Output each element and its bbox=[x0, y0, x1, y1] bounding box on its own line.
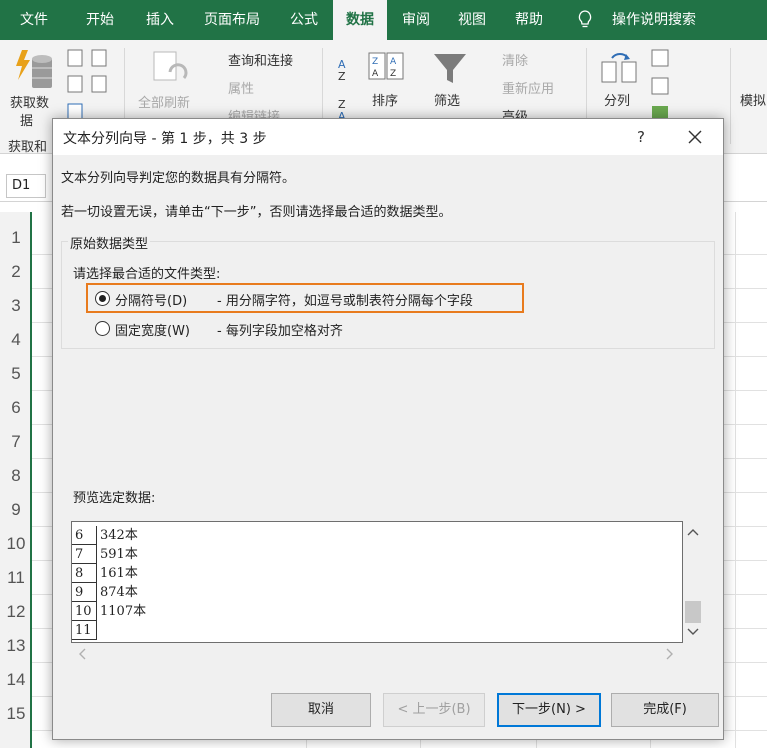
option-fixed-desc: - 每列字段加空格对齐 bbox=[217, 324, 343, 339]
row-number[interactable]: 11 bbox=[0, 562, 32, 594]
option-fixed-label[interactable]: 固定宽度(W) bbox=[115, 320, 190, 339]
row-number[interactable]: 14 bbox=[0, 664, 32, 696]
chevron-left-icon[interactable] bbox=[77, 648, 87, 660]
chevron-up-icon[interactable] bbox=[687, 527, 699, 537]
svg-text:A: A bbox=[372, 69, 379, 79]
preview-row-number: 11 bbox=[72, 621, 97, 640]
cancel-button[interactable]: 取消 bbox=[271, 693, 371, 727]
group-title: 原始数据类型 bbox=[68, 233, 151, 252]
tab-insert[interactable]: 插入 bbox=[134, 0, 186, 40]
preview-row-number: 8 bbox=[72, 564, 97, 583]
get-data-icon[interactable] bbox=[12, 48, 56, 92]
chevron-right-icon[interactable] bbox=[665, 648, 675, 660]
finish-button[interactable]: 完成(F) bbox=[611, 693, 719, 727]
tab-formulas[interactable]: 公式 bbox=[278, 0, 330, 40]
row-number[interactable]: 4 bbox=[0, 324, 32, 356]
tab-view[interactable]: 视图 bbox=[446, 0, 498, 40]
scrollbar-thumb[interactable] bbox=[685, 601, 701, 623]
preview-label: 预览选定数据: bbox=[73, 491, 156, 506]
svg-text:Z: Z bbox=[338, 70, 346, 83]
text-to-columns-dialog: 文本分列向导 - 第 1 步，共 3 步 ? 文本分列向导判定您的数据具有分隔符… bbox=[52, 118, 724, 740]
get-data-label-2[interactable]: 据 bbox=[20, 110, 33, 129]
preview-row-value: 591本 bbox=[100, 547, 138, 562]
option-delimited-desc: - 用分隔字符，如逗号或制表符分隔每个字段 bbox=[217, 294, 473, 309]
preview-row-number: 6 bbox=[72, 526, 97, 545]
preview-row-number: 7 bbox=[72, 545, 97, 564]
ribbon-tab-bar: 文件 开始 插入 页面布局 公式 数据 审阅 视图 帮助 操作说明搜索 bbox=[0, 0, 767, 40]
sort-dialog-icon[interactable]: Z A A Z bbox=[368, 52, 404, 82]
preview-row-number: 9 bbox=[72, 583, 97, 602]
help-button[interactable]: ? bbox=[629, 125, 653, 149]
row-number[interactable]: 9 bbox=[0, 494, 32, 526]
text-to-columns-icon[interactable] bbox=[600, 52, 638, 86]
row-number[interactable]: 5 bbox=[0, 358, 32, 390]
get-transform-group-label: 获取和 bbox=[8, 140, 48, 155]
radio-delimited[interactable] bbox=[95, 291, 110, 306]
wizard-instruction-text: 若一切设置无误，请单击“下一步”，否则请选择最合适的数据类型。 bbox=[61, 205, 452, 220]
preview-vertical-scrollbar[interactable] bbox=[683, 521, 703, 643]
preview-row-value: 1107本 bbox=[100, 604, 147, 619]
dialog-title-bar[interactable]: 文本分列向导 - 第 1 步，共 3 步 ? bbox=[53, 119, 723, 155]
radio-fixed-width[interactable] bbox=[95, 321, 110, 336]
tab-home[interactable]: 开始 bbox=[74, 0, 126, 40]
tab-review[interactable]: 审阅 bbox=[390, 0, 442, 40]
row-number[interactable]: 12 bbox=[0, 596, 32, 628]
row-number[interactable]: 8 bbox=[0, 460, 32, 492]
preview-row-value: 161本 bbox=[100, 566, 138, 581]
row-number[interactable]: 3 bbox=[0, 290, 32, 322]
tab-page-layout[interactable]: 页面布局 bbox=[192, 0, 272, 40]
svg-text:Z: Z bbox=[390, 69, 396, 79]
next-button[interactable]: 下一步(N) > bbox=[497, 693, 601, 727]
small-data-icons[interactable] bbox=[66, 48, 110, 128]
dialog-title: 文本分列向导 - 第 1 步，共 3 步 bbox=[63, 131, 267, 147]
lightbulb-icon bbox=[578, 10, 592, 28]
what-if-label[interactable]: 模拟 bbox=[740, 90, 766, 109]
close-icon[interactable] bbox=[681, 123, 709, 151]
filter-funnel-icon[interactable] bbox=[432, 50, 468, 86]
tab-data[interactable]: 数据 bbox=[333, 0, 387, 40]
row-headers: 1 2 3 4 5 6 7 8 9 10 11 12 13 14 15 bbox=[0, 212, 32, 748]
row-number[interactable]: 10 bbox=[0, 528, 32, 560]
clear-filter: 清除 bbox=[502, 54, 529, 69]
sort-az-icon[interactable]: A Z Z A bbox=[336, 54, 358, 126]
text-to-columns-label[interactable]: 分列 bbox=[604, 90, 630, 109]
data-preview[interactable]: 6 342本 7 591本 8 161本 9 874本 10 1107本 11 bbox=[71, 521, 683, 643]
data-tools-icons[interactable] bbox=[650, 48, 690, 128]
row-number[interactable]: 15 bbox=[0, 698, 32, 730]
preview-row-value bbox=[98, 621, 100, 640]
filter-label[interactable]: 筛选 bbox=[434, 90, 460, 109]
chevron-down-icon[interactable] bbox=[687, 627, 699, 637]
svg-text:A: A bbox=[390, 57, 397, 67]
option-delimited-label[interactable]: 分隔符号(D) bbox=[115, 290, 187, 309]
svg-text:Z: Z bbox=[372, 57, 378, 67]
row-number[interactable]: 7 bbox=[0, 426, 32, 458]
reapply-filter: 重新应用 bbox=[502, 82, 555, 97]
refresh-icon bbox=[153, 51, 188, 81]
get-data-label[interactable]: 获取数 bbox=[10, 92, 49, 111]
wizard-detected-text: 文本分列向导判定您的数据具有分隔符。 bbox=[61, 171, 296, 186]
sort-label[interactable]: 排序 bbox=[372, 90, 398, 109]
back-button: < 上一步(B) bbox=[383, 693, 485, 727]
search-tell-me[interactable]: 操作说明搜索 bbox=[604, 0, 704, 40]
file-type-prompt: 请选择最合适的文件类型: bbox=[73, 267, 221, 282]
preview-row-value: 874本 bbox=[100, 585, 138, 600]
row-number[interactable]: 1 bbox=[0, 222, 32, 254]
preview-row-value: 342本 bbox=[100, 528, 138, 543]
properties: 属性 bbox=[228, 82, 255, 97]
refresh-all-label: 全部刷新 bbox=[138, 96, 191, 111]
name-box[interactable]: D1 bbox=[6, 174, 46, 198]
row-number[interactable]: 2 bbox=[0, 256, 32, 288]
queries-connections[interactable]: 查询和连接 bbox=[228, 50, 293, 69]
preview-row-number: 10 bbox=[72, 602, 97, 621]
preview-horizontal-scrollbar[interactable] bbox=[71, 643, 683, 663]
tab-help[interactable]: 帮助 bbox=[503, 0, 555, 40]
tab-file[interactable]: 文件 bbox=[8, 0, 60, 40]
row-number[interactable]: 6 bbox=[0, 392, 32, 424]
row-number[interactable]: 13 bbox=[0, 630, 32, 662]
